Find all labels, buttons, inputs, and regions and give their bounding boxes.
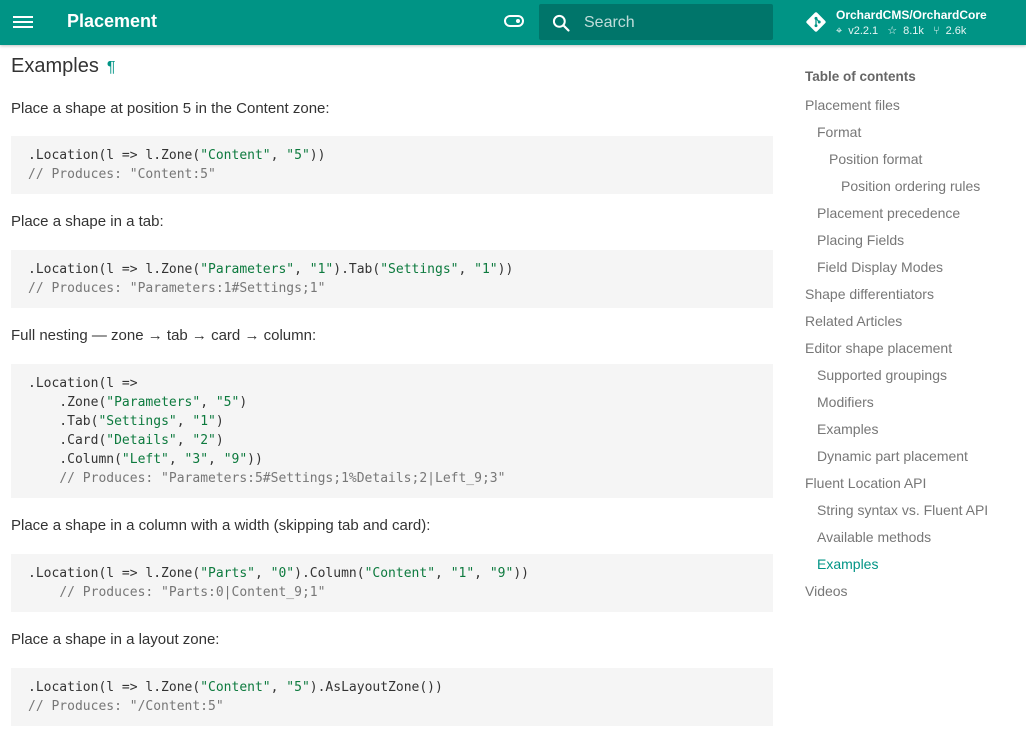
toc-item[interactable]: Supported groupings — [805, 362, 1020, 389]
toc-item[interactable]: Modifiers — [805, 389, 1020, 416]
tag-icon: ⌖ — [836, 25, 843, 37]
toc-item[interactable]: Fluent Location API — [805, 470, 1020, 497]
search-input[interactable] — [582, 10, 766, 36]
search-box[interactable] — [539, 4, 773, 40]
toc-item[interactable]: Placement files — [805, 92, 1020, 119]
toc-item[interactable]: Videos — [805, 578, 1020, 605]
toc-item[interactable]: Field Display Modes — [805, 254, 1020, 281]
toc-item[interactable]: Available methods — [805, 524, 1020, 551]
example-description: Full nesting — zone → tab → card → colum… — [11, 327, 317, 344]
page-title: Placement — [67, 11, 158, 31]
code-block: .Location(l => .Zone("Parameters", "5") … — [11, 364, 773, 498]
top-app-bar: Placement OrchardCMS/OrchardCore ⌖ v2.2.1… — [0, 0, 1026, 45]
toc-item[interactable]: Placement precedence — [805, 200, 1020, 227]
example-description: Place a shape in a column with a width (… — [11, 517, 431, 534]
menu-icon[interactable] — [13, 13, 33, 32]
star-icon: ☆ — [887, 25, 898, 37]
repo-forks: 2.6k — [945, 25, 967, 37]
permalink-icon[interactable]: ¶ — [107, 59, 116, 76]
example-description: Place a shape in a tab: — [11, 213, 164, 230]
code-block: .Location(l => l.Zone("Content", "5")) /… — [11, 136, 773, 194]
repo-stars: 8.1k — [903, 25, 924, 37]
theme-toggle-icon[interactable] — [504, 15, 524, 27]
toc-item[interactable]: Related Articles — [805, 308, 1020, 335]
example-description: Place a shape at position 5 in the Conte… — [11, 100, 330, 117]
toc-item[interactable]: Examples — [805, 551, 1020, 578]
main-content: Examples ¶ Place a shape at position 5 in… — [11, 45, 773, 726]
toc-list: Placement files Format Position format Posi… — [805, 92, 1020, 605]
toc-item[interactable]: String syntax vs. Fluent API — [805, 497, 1020, 524]
search-icon — [552, 14, 570, 32]
code-block: .Location(l => l.Zone("Parts", "0").Colu… — [11, 554, 773, 612]
toc-item[interactable]: Examples — [805, 416, 1020, 443]
table-of-contents: Table of contents Placement files Format P… — [805, 69, 1020, 605]
section-heading-text: Examples — [11, 55, 99, 77]
repo-name: OrchardCMS/OrchardCore — [836, 8, 987, 22]
toc-item[interactable]: Editor shape placement — [805, 335, 1020, 362]
toc-heading: Table of contents — [805, 69, 916, 84]
repo-facts: ⌖ v2.2.1 ☆ 8.1k ⑂ 2.6k — [836, 24, 972, 38]
examples-list: Place a shape at position 5 in the Conte… — [11, 100, 773, 726]
toc-item[interactable]: Shape differentiators — [805, 281, 1020, 308]
fork-icon: ⑂ — [932, 25, 940, 37]
code-block: .Location(l => l.Zone("Parameters", "1")… — [11, 250, 773, 308]
toc-item[interactable]: Placing Fields — [805, 227, 1020, 254]
code-block: .Location(l => l.Zone("Content", "5").As… — [11, 668, 773, 726]
section-heading: Examples ¶ — [11, 55, 773, 78]
toc-item[interactable]: Position ordering rules — [805, 173, 1020, 200]
toc-item[interactable]: Position format — [805, 146, 1020, 173]
git-icon — [806, 12, 826, 32]
example-description: Place a shape in a layout zone: — [11, 631, 220, 648]
toc-item[interactable]: Format — [805, 119, 1020, 146]
toc-item[interactable]: Dynamic part placement — [805, 443, 1020, 470]
repo-version: v2.2.1 — [848, 25, 879, 37]
